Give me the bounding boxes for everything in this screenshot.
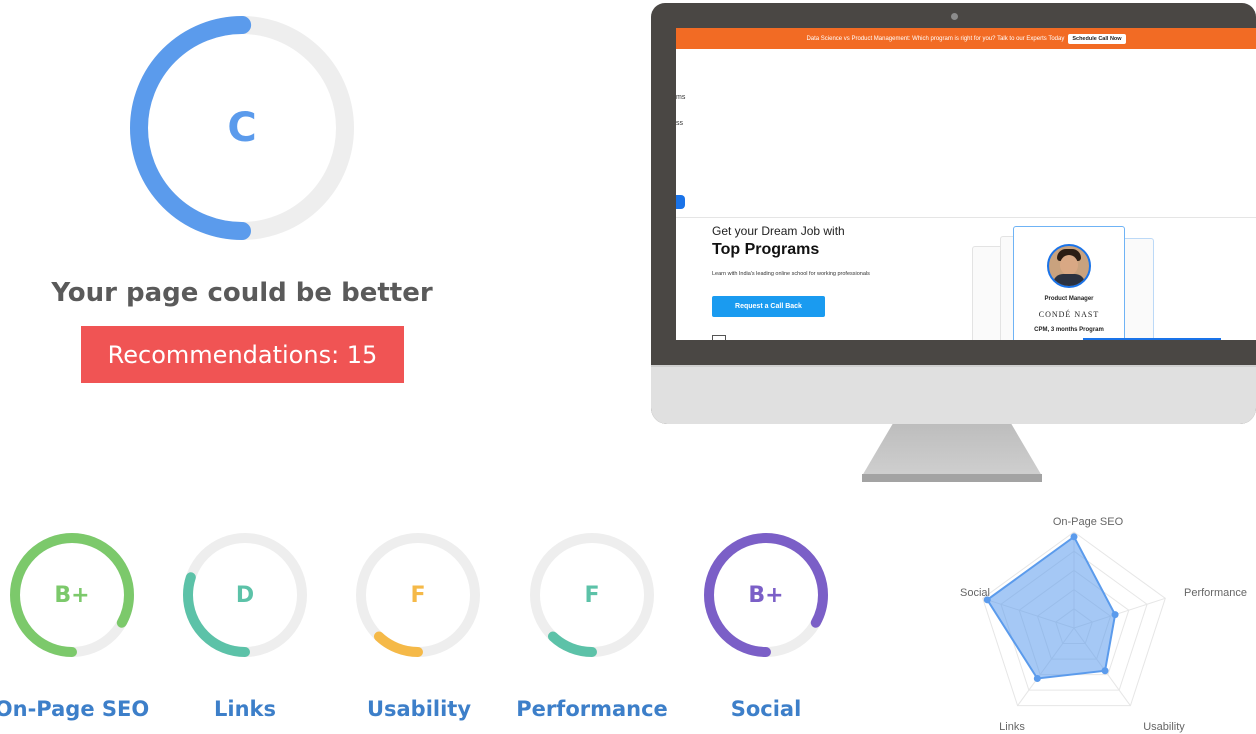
hero-description: Learn with India's leading online school… xyxy=(712,271,870,277)
gauge-label[interactable]: Social xyxy=(676,697,856,721)
camera-dot xyxy=(951,13,958,20)
website-screenshot: Data Science vs Product Management: Whic… xyxy=(676,28,1256,340)
profile-card: Product Manager CONDÉ NAST CPM, 3 months… xyxy=(1013,226,1125,340)
overall-grade-letter: C xyxy=(227,105,257,151)
radar-point xyxy=(1111,611,1119,619)
gauge-grade-letter: F xyxy=(410,582,426,608)
radar-point xyxy=(1033,674,1041,682)
promo-cta-button: Schedule Call Now xyxy=(1068,33,1126,44)
recommendations-badge[interactable]: Recommendations: 15 xyxy=(81,326,404,383)
card-role: Product Manager xyxy=(1044,296,1094,302)
radar-axis-label: Usability xyxy=(1143,721,1185,733)
radar-point xyxy=(1101,667,1109,675)
request-callback-button: Request a Call Back xyxy=(712,296,825,317)
gauge-social[interactable]: B+ xyxy=(702,531,830,659)
promo-text: Data Science vs Product Management: Whic… xyxy=(806,35,1065,42)
gauge-grade-letter: B+ xyxy=(748,582,784,608)
gauge-performance[interactable]: F xyxy=(528,531,656,659)
gauge-links[interactable]: D xyxy=(181,531,309,659)
radar-axis-label: Links xyxy=(999,721,1025,733)
overall-grade-gauge: C xyxy=(128,14,356,242)
gauge-label[interactable]: On-Page SEO xyxy=(0,697,162,721)
card-program: CPM, 3 months Program xyxy=(1034,327,1104,333)
card-company-logo: CONDÉ NAST xyxy=(1038,310,1100,319)
monitor-stand xyxy=(862,424,1042,476)
hero-title: Top Programs xyxy=(712,241,820,258)
gauge-label[interactable]: Performance xyxy=(502,697,682,721)
radar-axis-label: Social xyxy=(960,587,990,599)
laptop-icon xyxy=(712,335,726,340)
nav-fragment: ms xyxy=(676,94,686,101)
monitor-stand-base xyxy=(862,474,1042,482)
radar-axis-label: Performance xyxy=(1184,587,1247,599)
gauge-grade-letter: F xyxy=(584,582,600,608)
radar-area xyxy=(985,535,1117,680)
monitor-chin xyxy=(651,365,1256,424)
promo-banner: Data Science vs Product Management: Whic… xyxy=(676,28,1256,49)
gauge-label[interactable]: Usability xyxy=(329,697,509,721)
gauge-on-page-seo[interactable]: B+ xyxy=(8,531,136,659)
gauge-label[interactable]: Links xyxy=(155,697,335,721)
gauge-grade-letter: B+ xyxy=(54,582,90,608)
gauge-grade-letter: D xyxy=(235,582,255,608)
radar-chart: On-Page SEO Performance Usability Links Soci… xyxy=(960,516,1247,733)
monitor-preview: Data Science vs Product Management: Whic… xyxy=(651,3,1256,424)
header-divider xyxy=(676,217,1256,218)
radar-axis-label: On-Page SEO xyxy=(1053,516,1124,528)
nav-button-fragment xyxy=(676,195,685,209)
hero-subtitle: Get your Dream Job with xyxy=(712,224,845,238)
blue-strip xyxy=(1083,338,1221,340)
nav-fragment: ss xyxy=(676,120,683,127)
avatar xyxy=(1047,244,1091,288)
verdict-text: Your page could be better xyxy=(51,278,433,308)
gauge-usability[interactable]: F xyxy=(354,531,482,659)
radar-point xyxy=(1070,533,1078,541)
